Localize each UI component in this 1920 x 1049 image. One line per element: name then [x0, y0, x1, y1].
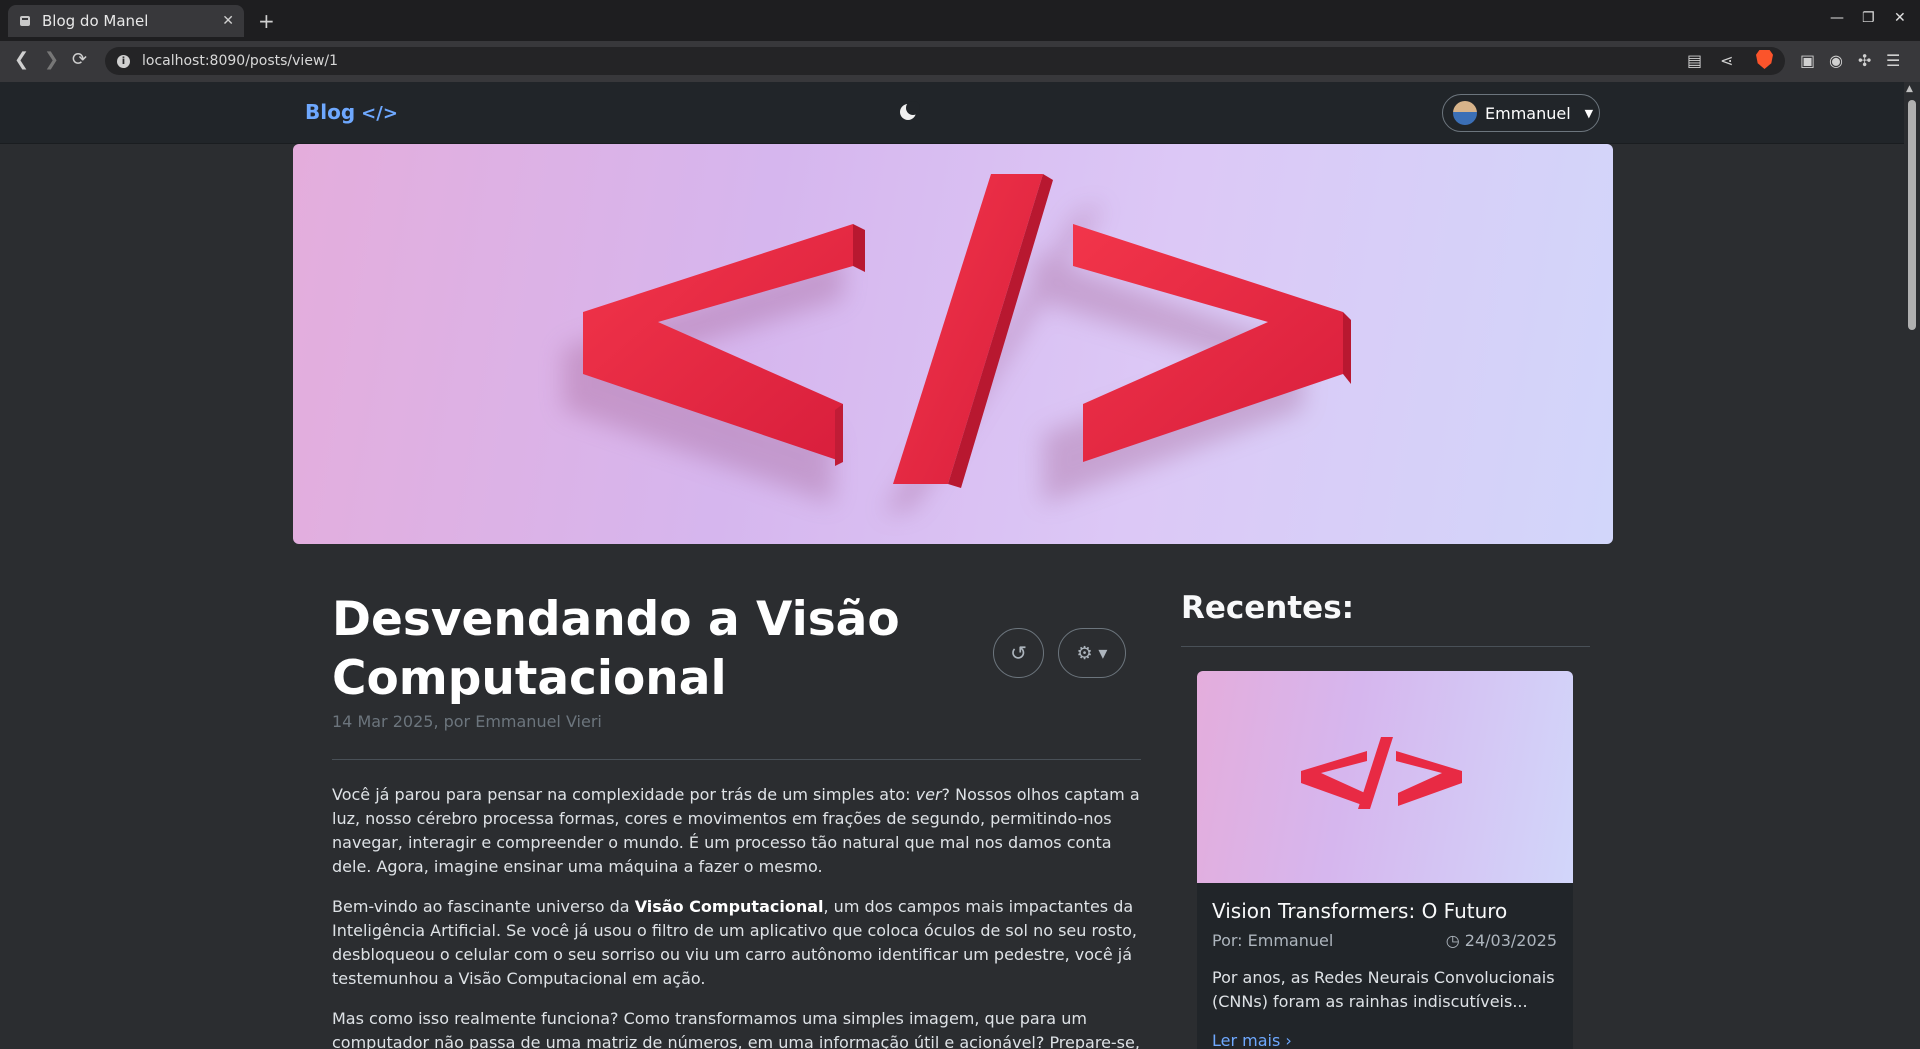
share-icon[interactable]: ⋖ — [1720, 51, 1733, 70]
maximize-icon[interactable]: ❐ — [1862, 10, 1875, 26]
card-code-illustration — [1301, 737, 1462, 809]
user-menu-button[interactable]: Emmanuel ▼ — [1442, 94, 1600, 132]
card-title[interactable]: Vision Transformers: O Futuro — [1212, 899, 1507, 923]
window-close-icon[interactable]: ✕ — [1894, 10, 1906, 26]
reader-mode-icon[interactable]: ▤ — [1687, 51, 1702, 70]
scrollbar-thumb[interactable] — [1908, 100, 1916, 330]
favicon-icon — [20, 16, 30, 26]
post-title: Desvendando a Visão Computacional — [332, 592, 900, 706]
hero-image — [293, 144, 1613, 544]
browser-tabbar: Blog do Manel ✕ + — ❐ ✕ — [0, 0, 1920, 41]
paragraph-3: Mas como isso realmente funciona? Como t… — [332, 1009, 1140, 1049]
read-more-link[interactable]: Ler mais › — [1212, 1031, 1292, 1049]
card-image — [1197, 671, 1573, 883]
reload-icon[interactable]: ⟳ — [72, 49, 87, 70]
title-divider — [332, 759, 1141, 760]
card-date: ◷ 24/03/2025 — [1445, 931, 1557, 950]
menu-icon[interactable]: ☰ — [1886, 51, 1900, 70]
puzzle-icon[interactable]: ✣ — [1858, 51, 1871, 70]
recent-divider — [1181, 646, 1590, 647]
code-tag-illustration — [563, 174, 1351, 514]
paragraph-1: Você já parou para pensar na complexidad… — [332, 785, 1140, 876]
brand-link[interactable]: Blog </> — [305, 100, 398, 124]
tab-title: Blog do Manel — [42, 12, 149, 30]
forward-icon[interactable]: ❯ — [44, 49, 59, 70]
chevron-right-icon: › — [1285, 1031, 1292, 1049]
browser-tab[interactable]: Blog do Manel ✕ — [8, 5, 244, 37]
code-icon: </> — [361, 103, 398, 124]
back-button[interactable]: ↺ — [993, 628, 1044, 678]
minimize-icon[interactable]: — — [1830, 10, 1844, 26]
clock-icon: ◷ — [1445, 931, 1460, 950]
url-text: localhost:8090/posts/view/1 — [142, 53, 339, 69]
card-author: Por: Emmanuel — [1212, 931, 1334, 950]
avatar — [1453, 101, 1477, 125]
vpn-icon[interactable]: ◉ — [1829, 51, 1843, 70]
scroll-up-icon[interactable]: ▲ — [1906, 84, 1913, 94]
paragraph-2: Bem-vindo ao fascinante universo da Visã… — [332, 897, 1137, 988]
brand-label: Blog — [305, 100, 356, 124]
chevron-down-icon: ▼ — [1584, 106, 1594, 120]
card-excerpt: Por anos, as Redes Neurais Convolucionai… — [1212, 968, 1555, 1011]
back-icon[interactable]: ❮ — [14, 49, 29, 70]
site-navbar — [0, 82, 1904, 144]
tab-close-icon[interactable]: ✕ — [222, 13, 234, 29]
settings-dropdown-button[interactable]: ⚙ ▾ — [1058, 628, 1126, 678]
extension-icon[interactable]: ▣ — [1800, 51, 1815, 70]
theme-toggle-icon[interactable] — [900, 101, 920, 120]
recent-post-card[interactable]: Vision Transformers: O Futuro Por: Emman… — [1197, 671, 1573, 1049]
undo-icon: ↺ — [1010, 641, 1027, 665]
recent-heading: Recentes: — [1181, 590, 1355, 626]
new-tab-button[interactable]: + — [258, 9, 275, 33]
user-name: Emmanuel — [1485, 103, 1571, 123]
slash-shape — [893, 174, 1053, 488]
address-bar[interactable]: i localhost:8090/posts/view/1 — [105, 47, 1785, 75]
post-meta: 14 Mar 2025, por Emmanuel Vieri — [332, 712, 602, 731]
site-info-icon[interactable]: i — [117, 54, 130, 68]
gear-icon: ⚙ ▾ — [1076, 642, 1108, 664]
